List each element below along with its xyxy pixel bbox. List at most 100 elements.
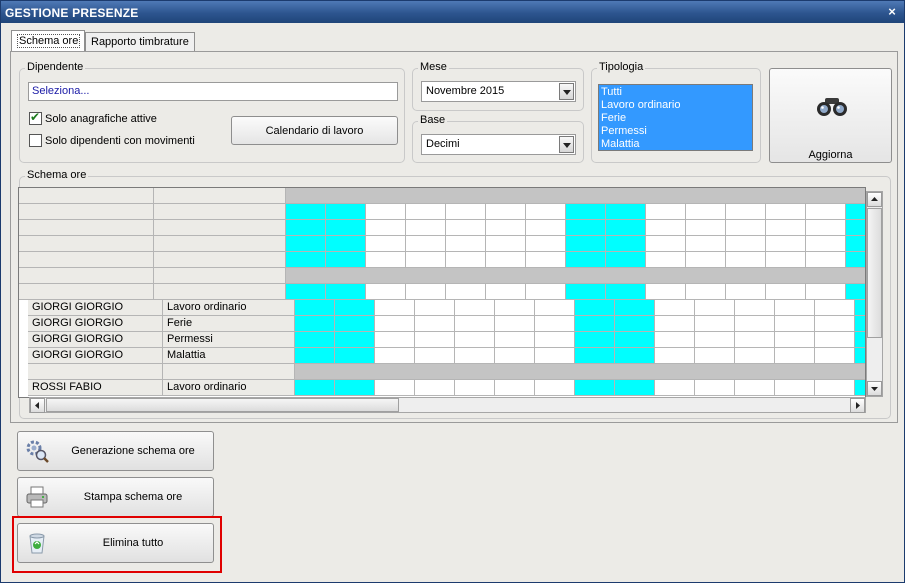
day-cell[interactable] <box>815 332 855 348</box>
day-cell[interactable] <box>535 380 575 396</box>
day-cell[interactable] <box>495 332 535 348</box>
calendario-lavoro-button[interactable]: Calendario di lavoro <box>231 116 398 145</box>
aggiorna-button[interactable]: Aggiorna <box>769 68 892 163</box>
day-cell[interactable] <box>486 204 526 220</box>
day-cell[interactable] <box>406 220 446 236</box>
day-cell[interactable] <box>366 284 406 300</box>
day-cell[interactable] <box>366 252 406 268</box>
day-cell[interactable] <box>726 204 766 220</box>
day-cell[interactable] <box>766 220 806 236</box>
weekend-day-cell[interactable] <box>335 300 375 316</box>
tipologia-item[interactable]: Permessi <box>601 125 750 138</box>
weekend-day-cell[interactable] <box>566 284 606 300</box>
vertical-scrollbar[interactable] <box>866 191 883 397</box>
weekend-day-cell[interactable] <box>326 204 366 220</box>
day-cell[interactable] <box>455 348 495 364</box>
day-cell[interactable] <box>535 316 575 332</box>
weekend-day-cell[interactable] <box>335 380 375 396</box>
weekend-day-cell[interactable] <box>326 284 366 300</box>
mese-dropdown[interactable]: Novembre 2015 <box>421 81 576 102</box>
day-cell[interactable] <box>406 284 446 300</box>
day-cell[interactable] <box>526 204 566 220</box>
weekend-day-cell[interactable] <box>855 316 865 332</box>
day-cell[interactable] <box>775 348 815 364</box>
tipologia-item[interactable]: Malattia <box>601 138 750 151</box>
weekend-day-cell[interactable] <box>606 252 646 268</box>
day-cell[interactable] <box>486 236 526 252</box>
day-cell[interactable] <box>726 236 766 252</box>
weekend-day-cell[interactable] <box>575 300 615 316</box>
day-cell[interactable] <box>535 332 575 348</box>
weekend-day-cell[interactable] <box>326 220 366 236</box>
weekend-day-cell[interactable] <box>566 236 606 252</box>
day-cell[interactable] <box>526 252 566 268</box>
day-cell[interactable] <box>806 284 846 300</box>
tipologia-item[interactable]: Lavoro ordinario <box>601 99 750 112</box>
day-cell[interactable] <box>646 236 686 252</box>
day-cell[interactable] <box>775 332 815 348</box>
tipologia-listbox[interactable]: Tutti Lavoro ordinario Ferie Permessi Ma… <box>598 84 753 151</box>
checkbox-checked-icon[interactable] <box>29 110 42 125</box>
day-cell[interactable] <box>655 316 695 332</box>
day-cell[interactable] <box>815 348 855 364</box>
weekend-day-cell[interactable] <box>286 204 326 220</box>
weekend-day-cell[interactable] <box>615 332 655 348</box>
day-cell[interactable] <box>455 380 495 396</box>
weekend-day-cell[interactable] <box>615 316 655 332</box>
table-row[interactable]: GIORGI GIORGIO Permessi <box>28 332 865 348</box>
day-cell[interactable] <box>375 300 415 316</box>
weekend-day-cell[interactable] <box>855 348 865 364</box>
day-cell[interactable] <box>815 380 855 396</box>
day-cell[interactable] <box>446 204 486 220</box>
day-cell[interactable] <box>646 220 686 236</box>
weekend-day-cell[interactable] <box>855 332 865 348</box>
weekend-day-cell[interactable] <box>295 332 335 348</box>
day-cell[interactable] <box>446 236 486 252</box>
tab-schema-ore[interactable]: Schema ore <box>11 30 85 52</box>
stampa-schema-ore-button[interactable]: Stampa schema ore <box>17 477 214 517</box>
day-cell[interactable] <box>735 348 775 364</box>
weekend-day-cell[interactable] <box>606 220 646 236</box>
day-cell[interactable] <box>686 252 726 268</box>
scroll-right-icon[interactable] <box>850 398 865 413</box>
day-cell[interactable] <box>446 284 486 300</box>
day-cell[interactable] <box>446 220 486 236</box>
solo-anagrafiche-attive-checkbox[interactable]: Solo anagrafiche attive <box>29 110 157 125</box>
day-cell[interactable] <box>655 300 695 316</box>
day-cell[interactable] <box>646 252 686 268</box>
day-cell[interactable] <box>695 380 735 396</box>
scroll-up-icon[interactable] <box>867 192 882 207</box>
weekend-day-cell[interactable] <box>575 380 615 396</box>
weekend-day-cell[interactable] <box>335 316 375 332</box>
table-row[interactable]: ROSSI FABIO Lavoro ordinario <box>28 380 865 396</box>
day-cell[interactable] <box>646 284 686 300</box>
close-icon[interactable]: × <box>888 4 896 19</box>
day-cell[interactable] <box>815 316 855 332</box>
day-cell[interactable] <box>806 252 846 268</box>
tipologia-item[interactable]: Tutti <box>601 86 750 99</box>
horizontal-scrollbar[interactable] <box>29 397 866 413</box>
day-cell[interactable] <box>446 252 486 268</box>
day-cell[interactable] <box>806 204 846 220</box>
day-cell[interactable] <box>415 332 455 348</box>
tab-rapporto-timbrature[interactable]: Rapporto timbrature <box>85 32 195 52</box>
day-cell[interactable] <box>455 316 495 332</box>
day-cell[interactable] <box>415 348 455 364</box>
table-row[interactable]: GIORGI GIORGIO Malattia <box>28 348 865 364</box>
weekend-day-cell[interactable] <box>846 252 865 268</box>
day-cell[interactable] <box>455 332 495 348</box>
day-cell[interactable] <box>495 300 535 316</box>
day-cell[interactable] <box>415 300 455 316</box>
day-cell[interactable] <box>726 220 766 236</box>
weekend-day-cell[interactable] <box>286 236 326 252</box>
day-cell[interactable] <box>686 204 726 220</box>
weekend-day-cell[interactable] <box>575 332 615 348</box>
weekend-day-cell[interactable] <box>566 220 606 236</box>
weekend-day-cell[interactable] <box>855 300 865 316</box>
day-cell[interactable] <box>375 316 415 332</box>
day-cell[interactable] <box>686 220 726 236</box>
weekend-day-cell[interactable] <box>295 348 335 364</box>
weekend-day-cell[interactable] <box>295 316 335 332</box>
day-cell[interactable] <box>535 300 575 316</box>
dipendente-select-field[interactable]: Seleziona... <box>28 82 398 101</box>
